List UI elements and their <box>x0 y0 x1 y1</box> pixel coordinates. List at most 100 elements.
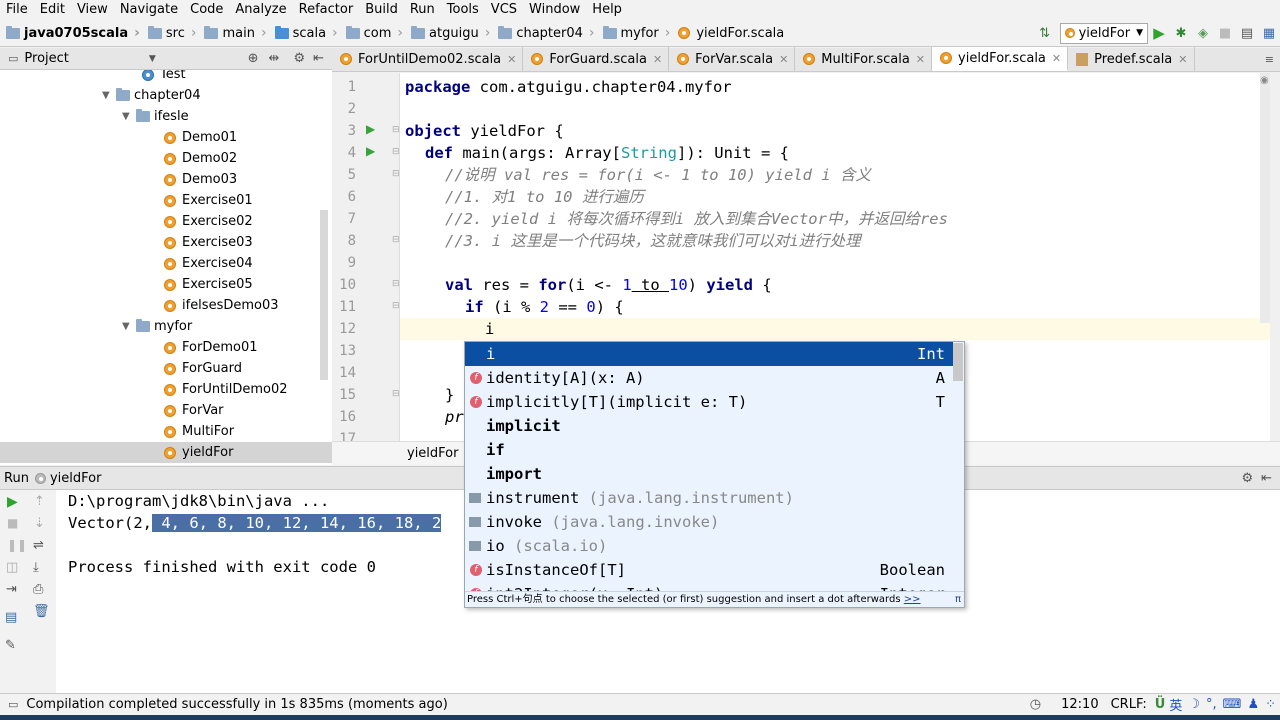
arrow-down-icon[interactable]: ⇣ <box>34 516 45 531</box>
tree-item-test[interactable]: Test <box>0 70 332 85</box>
locate-icon[interactable]: ⊕ <box>248 51 259 66</box>
tree-item-exercise02[interactable]: Exercise02 <box>0 211 332 232</box>
completion-scrollbar[interactable] <box>953 343 963 381</box>
exit-icon[interactable]: ⇥ <box>6 582 17 597</box>
fold-icon[interactable]: ⊟ <box>392 125 399 135</box>
status-toggle-icon[interactable]: ▭ <box>8 698 18 711</box>
tree-item-demo03[interactable]: Demo03 <box>0 169 332 190</box>
tab-forguard[interactable]: ForGuard.scala ✕ <box>523 47 670 71</box>
menu-view[interactable]: View <box>71 0 114 20</box>
menu-navigate[interactable]: Navigate <box>114 0 184 20</box>
collapse-icon[interactable]: ⇹ <box>269 51 280 66</box>
tab-yieldfor[interactable]: yieldFor.scala ✕ <box>932 47 1069 71</box>
fold-icon[interactable]: ⊟ <box>392 235 399 245</box>
close-icon[interactable]: ✕ <box>507 53 516 66</box>
tree-item-ifesle[interactable]: ▼ ifesle <box>0 106 332 127</box>
menu-tools[interactable]: Tools <box>441 0 485 20</box>
completion-popup[interactable]: i Int f identity[A](x: A) A f implicitly[T](… <box>464 341 965 608</box>
project-panel-title[interactable]: Project <box>24 51 68 66</box>
run-gutter-icon[interactable]: ▶ <box>366 144 375 158</box>
completion-item-i[interactable]: i Int <box>465 342 953 366</box>
tree-item-exercise04[interactable]: Exercise04 <box>0 253 332 274</box>
tree-item-forguard[interactable]: ForGuard <box>0 358 332 379</box>
grid-icon[interactable]: ⁘ <box>1265 697 1276 712</box>
pause-icon[interactable]: ❚❚ <box>7 538 27 552</box>
completion-item-io[interactable]: io (scala.io) <box>465 534 953 558</box>
completion-item-instrument[interactable]: instrument (java.lang.instrument) <box>465 486 953 510</box>
breadcrumb-myfor[interactable]: myfor › <box>597 25 673 41</box>
hide-icon[interactable]: ⇤ <box>1261 471 1272 486</box>
tree-item-myfor[interactable]: ▼ myfor <box>0 316 332 337</box>
completion-item-implicit[interactable]: implicit <box>465 414 953 438</box>
chevron-down-icon[interactable]: ▼ <box>122 321 136 332</box>
fold-icon[interactable]: ⊟ <box>392 301 399 311</box>
rerun-icon[interactable]: ▶ <box>7 494 18 510</box>
tree-item-multifor[interactable]: MultiFor <box>0 421 332 442</box>
debug-icon[interactable]: ✱ <box>1170 22 1192 44</box>
breadcrumb-chapter04[interactable]: chapter04 › <box>492 25 596 41</box>
keyboard-icon[interactable]: ⌨ <box>1223 697 1242 712</box>
arrow-up-icon[interactable]: ⇡ <box>34 494 45 509</box>
close-icon[interactable]: ✕ <box>1178 53 1187 66</box>
tree-item-yieldfor[interactable]: yieldFor <box>0 442 332 463</box>
fold-icon[interactable]: ⊟ <box>392 279 399 289</box>
breadcrumb-file[interactable]: yieldFor.scala <box>672 26 786 41</box>
tree-scrollbar[interactable] <box>320 210 328 380</box>
project-structure-icon[interactable]: ▤ <box>1236 22 1258 44</box>
breadcrumb-atguigu[interactable]: atguigu › <box>405 25 492 41</box>
breadcrumb-com[interactable]: com › <box>340 25 405 41</box>
fold-icon[interactable]: ⊟ <box>392 147 399 157</box>
fold-icon[interactable]: ⊟ <box>392 389 399 399</box>
stop-icon[interactable]: ■ <box>1214 22 1236 44</box>
menu-analyze[interactable]: Analyze <box>229 0 292 20</box>
completion-footer-link[interactable]: >> <box>904 594 921 605</box>
completion-item-import[interactable]: import <box>465 462 953 486</box>
completion-item-implicitly[interactable]: f implicitly[T](implicit e: T) T <box>465 390 953 414</box>
menu-run[interactable]: Run <box>404 0 441 20</box>
trash-icon[interactable]: 🗑 <box>33 604 50 619</box>
breadcrumb-src[interactable]: src › <box>142 25 199 41</box>
menu-vcs[interactable]: VCS <box>485 0 523 20</box>
tree-item-demo01[interactable]: Demo01 <box>0 127 332 148</box>
close-icon[interactable]: ✕ <box>779 53 788 66</box>
ime-indicator[interactable]: 英 <box>1169 695 1182 714</box>
close-icon[interactable]: ✕ <box>653 53 662 66</box>
tree-item-exercise05[interactable]: Exercise05 <box>0 274 332 295</box>
menu-refactor[interactable]: Refactor <box>293 0 360 20</box>
tree-item-chapter04[interactable]: ▼ chapter04 <box>0 85 332 106</box>
run-config-select[interactable]: yieldFor ▼ <box>1059 22 1148 44</box>
close-icon[interactable]: ✕ <box>916 53 925 66</box>
run-panel-config[interactable]: yieldFor <box>50 471 101 486</box>
completion-item-identity[interactable]: f identity[A](x: A) A <box>465 366 953 390</box>
tab-forvar[interactable]: ForVar.scala ✕ <box>669 47 796 71</box>
breadcrumb-main[interactable]: main › <box>198 25 268 41</box>
hide-icon[interactable]: ⇤ <box>313 51 324 66</box>
menu-code[interactable]: Code <box>184 0 229 20</box>
run-gutter-icon[interactable]: ▶ <box>366 122 375 136</box>
sdk-icon[interactable]: ▦ <box>1258 22 1280 44</box>
memory-icon[interactable]: ◷ <box>1030 697 1041 712</box>
stop-icon[interactable]: ■ <box>7 516 18 530</box>
gear-icon[interactable]: ⚙ <box>1241 471 1253 486</box>
wrap-icon[interactable]: ⇌ <box>33 538 44 553</box>
tree-item-exercise03[interactable]: Exercise03 <box>0 232 332 253</box>
chevron-down-icon[interactable]: ▼ <box>102 90 116 101</box>
menu-window[interactable]: Window <box>523 0 586 20</box>
tree-item-foruntildemo02[interactable]: ForUntilDemo02 <box>0 379 332 400</box>
gear-icon[interactable]: ⚙ <box>293 51 305 66</box>
editor-breadcrumb[interactable]: yieldFor <box>407 446 458 461</box>
tab-predef[interactable]: Predef.scala ✕ <box>1068 47 1195 71</box>
menu-edit[interactable]: Edit <box>34 0 71 20</box>
build-arrows-icon[interactable]: ⇅ <box>1034 22 1056 44</box>
coverage-icon[interactable]: ◈ <box>1192 22 1214 44</box>
completion-footer-pi[interactable]: π <box>955 592 961 607</box>
person-icon[interactable]: ♟ <box>1247 697 1259 712</box>
tab-menu-icon[interactable]: ≡ <box>1265 53 1274 66</box>
breadcrumb-scala[interactable]: scala › <box>269 25 340 41</box>
tab-foruntildemo02[interactable]: ForUntilDemo02.scala ✕ <box>332 47 524 71</box>
tree-item-demo02[interactable]: Demo02 <box>0 148 332 169</box>
camera-icon[interactable]: ◫ <box>6 560 18 575</box>
run-icon[interactable]: ▶ <box>1148 22 1170 44</box>
scroll-end-icon[interactable]: ⤓ <box>33 560 39 575</box>
completion-item-invoke[interactable]: invoke (java.lang.invoke) <box>465 510 953 534</box>
